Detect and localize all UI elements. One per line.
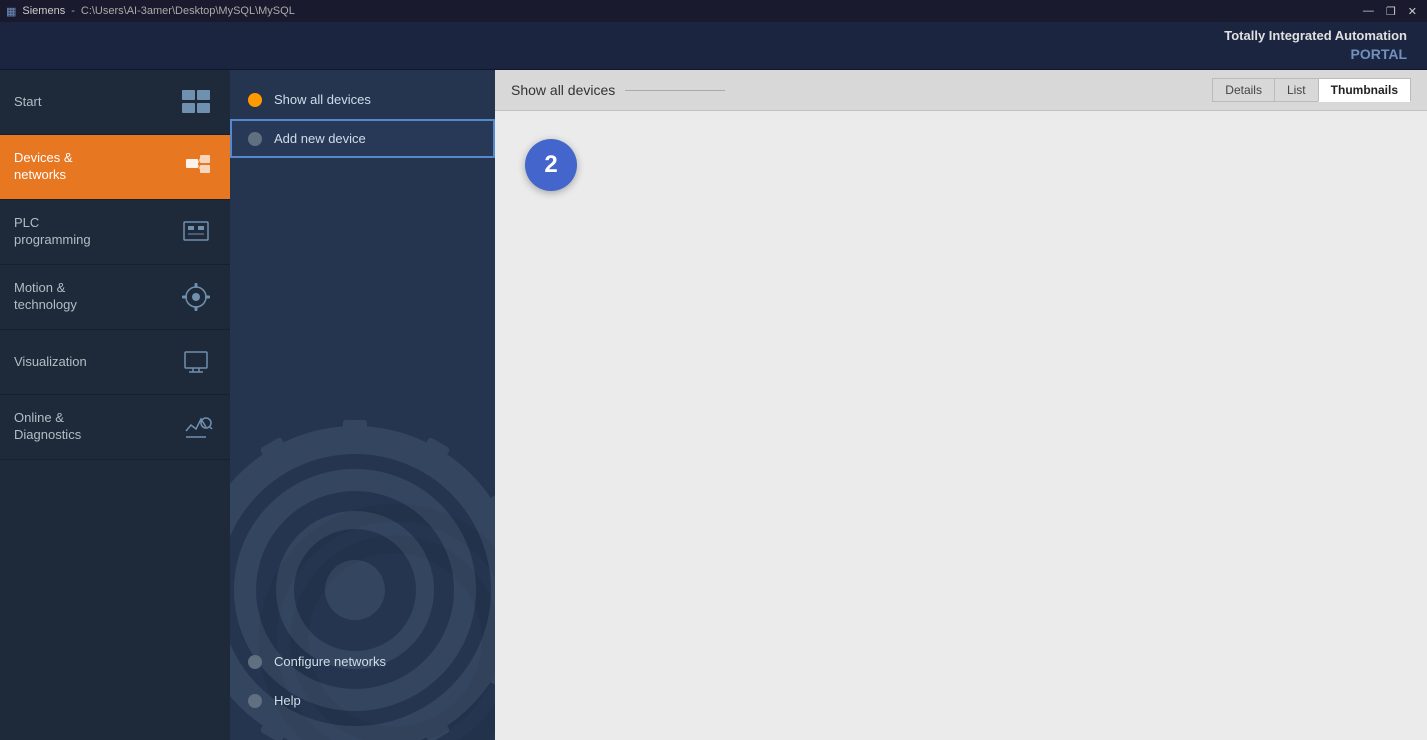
show-all-devices-dot (248, 93, 262, 107)
configure-networks-item[interactable]: Configure networks (230, 642, 495, 681)
visualization-icon (176, 342, 216, 382)
add-new-device-label: Add new device (274, 131, 366, 146)
help-label: Help (274, 693, 301, 708)
sidebar-item-plc-label: PLC programming (14, 215, 91, 249)
add-new-device-item[interactable]: Add new device (230, 119, 495, 158)
title-bar-controls[interactable]: — ❐ ✕ (1359, 5, 1421, 18)
sidebar-item-start[interactable]: Start (0, 70, 230, 135)
plc-icon (176, 212, 216, 252)
app-logo-icon: ▦ (6, 5, 16, 18)
sidebar-item-visualization-label: Visualization (14, 354, 87, 371)
sidebar: Start Devices & networks (0, 70, 230, 740)
tab-thumbnails[interactable]: Thumbnails (1318, 78, 1411, 102)
header-bar: Totally Integrated Automation PORTAL (0, 22, 1427, 70)
show-all-devices-item[interactable]: Show all devices (230, 80, 495, 119)
content-title-text: Show all devices (511, 82, 615, 98)
help-item[interactable]: Help (230, 681, 495, 720)
add-new-device-dot (248, 132, 262, 146)
start-icon (176, 82, 216, 122)
middle-bottom: Configure networks Help (230, 642, 495, 740)
header-sub-title: PORTAL (1224, 45, 1407, 65)
sidebar-item-plc-programming[interactable]: PLC programming (0, 200, 230, 265)
sidebar-item-visualization[interactable]: Visualization (0, 330, 230, 395)
tab-details[interactable]: Details (1212, 78, 1275, 102)
content-title-line (625, 90, 725, 91)
close-button[interactable]: ✕ (1404, 5, 1421, 18)
sidebar-item-online-label: Online & Diagnostics (14, 410, 81, 444)
configure-networks-dot (248, 655, 262, 669)
title-bar-filepath: C:\Users\AI-3amer\Desktop\MySQL\MySQL (81, 5, 295, 17)
content-title-area: Show all devices (511, 82, 725, 98)
tab-list[interactable]: List (1274, 78, 1319, 102)
sidebar-item-motion-label: Motion & technology (14, 280, 77, 314)
header-main-title: Totally Integrated Automation (1224, 27, 1407, 45)
sidebar-item-devices-networks[interactable]: Devices & networks (0, 135, 230, 200)
show-all-devices-label: Show all devices (274, 92, 371, 107)
sidebar-item-devices-label: Devices & networks (14, 150, 73, 184)
main-layout: Start Devices & networks (0, 70, 1427, 740)
header-title: Totally Integrated Automation PORTAL (1224, 27, 1407, 65)
middle-panel: Show all devices Add new device Configur… (230, 70, 495, 740)
content-panel: Show all devices Details List Thumbnails… (495, 70, 1427, 740)
devices-networks-icon (176, 147, 216, 187)
motion-icon (176, 277, 216, 317)
configure-networks-label: Configure networks (274, 654, 386, 669)
help-dot (248, 694, 262, 708)
sidebar-item-motion-technology[interactable]: Motion & technology (0, 265, 230, 330)
content-header: Show all devices Details List Thumbnails (495, 70, 1427, 111)
title-bar-left: ▦ Siemens - C:\Users\AI-3amer\Desktop\My… (6, 5, 295, 18)
view-tabs: Details List Thumbnails (1212, 78, 1411, 102)
diagnostics-icon (176, 407, 216, 447)
step-badge: 2 (525, 139, 577, 191)
title-bar: ▦ Siemens - C:\Users\AI-3amer\Desktop\My… (0, 0, 1427, 22)
title-bar-text: Siemens (22, 5, 65, 17)
minimize-button[interactable]: — (1359, 5, 1378, 18)
sidebar-item-start-label: Start (14, 94, 41, 111)
restore-button[interactable]: ❐ (1382, 5, 1400, 18)
title-bar-path: - (71, 5, 75, 17)
sidebar-item-online-diagnostics[interactable]: Online & Diagnostics (0, 395, 230, 460)
content-body: 2 (495, 111, 1427, 740)
